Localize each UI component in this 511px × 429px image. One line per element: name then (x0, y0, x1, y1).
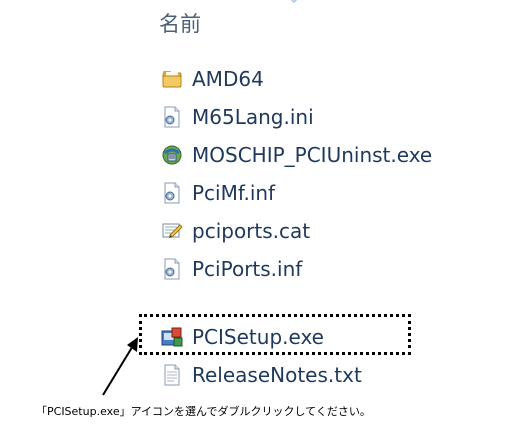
name-column-header[interactable]: 名前 (159, 8, 201, 38)
highlight-box (139, 314, 411, 355)
file-row-pcimf-inf[interactable]: PciMf.inf (160, 176, 500, 210)
uninstaller-exe-icon (160, 143, 184, 167)
file-row-moschip-uninst[interactable]: MOSCHIP_PCIUninst.exe (160, 138, 500, 172)
file-row-releasenotes-txt[interactable]: ReleaseNotes.txt (160, 358, 500, 392)
file-row-m65lang-ini[interactable]: M65Lang.ini (160, 100, 500, 134)
file-name: PciMf.inf (192, 181, 276, 205)
name-column-label: 名前 (159, 12, 201, 36)
file-row-pciports-inf[interactable]: PciPorts.inf (160, 252, 500, 286)
file-name: PciPorts.inf (192, 257, 303, 281)
file-row-pciports-cat[interactable]: pciports.cat (160, 214, 500, 248)
security-catalog-icon (160, 219, 184, 243)
sort-caret-icon (290, 0, 298, 4)
config-file-icon (160, 105, 184, 129)
file-name: ReleaseNotes.txt (192, 363, 362, 387)
instruction-caption: 「PCISetup.exe」アイコンを選んでダブルクリックしてください。 (36, 405, 371, 418)
file-name: AMD64 (192, 67, 264, 91)
text-file-icon (160, 363, 184, 387)
file-name: pciports.cat (192, 219, 311, 243)
config-file-icon (160, 181, 184, 205)
file-name: MOSCHIP_PCIUninst.exe (192, 143, 433, 167)
config-file-icon (160, 257, 184, 281)
file-row-amd64[interactable]: AMD64 (160, 62, 500, 96)
folder-icon (160, 67, 184, 91)
file-name: M65Lang.ini (192, 105, 314, 129)
